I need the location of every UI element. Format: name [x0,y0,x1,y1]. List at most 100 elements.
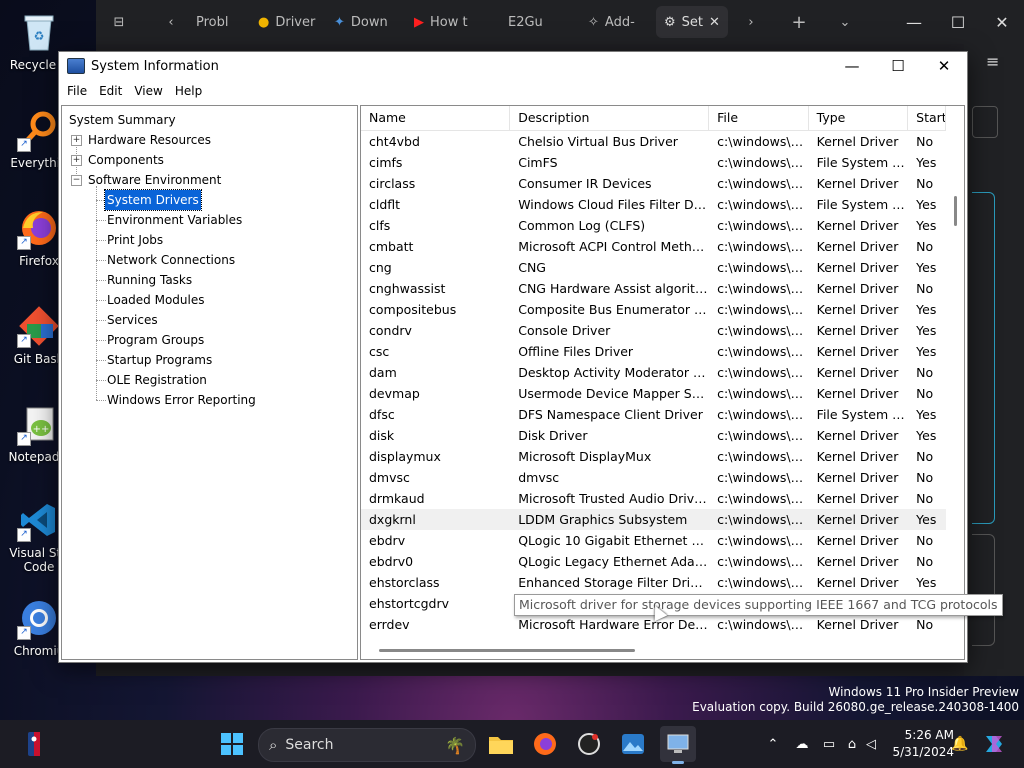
column-header-description[interactable]: Description [510,106,710,130]
table-row[interactable]: cimfs CimFS c:\windows\s... File System D..… [361,152,946,173]
table-row[interactable]: cnghwassist CNG Hardware Assist algorith.… [361,278,946,299]
table-row[interactable]: cmbatt Microsoft ACPI Control Metho... c:\… [361,236,946,257]
table-row[interactable]: cng CNG c:\windows\s... Kernel Driver Yes [361,257,946,278]
column-header-start[interactable]: Start [908,106,946,130]
tab-actions-button[interactable]: ⊟ [96,6,142,38]
taskbar-system-information[interactable] [660,726,696,764]
chevron-up-icon[interactable]: ⌃ [764,737,782,752]
tree-item-ole-registration[interactable]: OLE Registration [62,370,357,390]
table-row[interactable]: dam Desktop Activity Moderator Dr... c:\wi… [361,362,946,383]
table-row[interactable]: cht4vbd Chelsio Virtual Bus Driver c:\wind… [361,131,946,152]
search-placeholder: Search [285,737,334,753]
menu-file[interactable]: File [61,84,93,98]
cell-type: Kernel Driver [816,470,899,485]
close-button[interactable]: ✕ [921,57,967,75]
tab-scroll-right-button[interactable]: › [734,6,768,38]
tree-item-software-environment[interactable]: − Software Environment [62,170,357,190]
taskbar-file-explorer[interactable] [485,728,517,760]
maximize-button[interactable]: ☐ [875,57,921,75]
tree-item-running-tasks[interactable]: Running Tasks [62,270,357,290]
cell-file: c:\windows\s... [717,428,809,443]
horizontal-scroll-thumb[interactable] [379,649,635,652]
table-row[interactable]: devmap Usermode Device Mapper Ser... c:\wi… [361,383,946,404]
tree-item-startup-programs[interactable]: Startup Programs [62,350,357,370]
table-row[interactable]: ebdrv QLogic 10 Gigabit Ethernet Ad... c:\… [361,530,946,551]
table-row[interactable]: disk Disk Driver c:\windows\s... Kernel Dri… [361,425,946,446]
table-row[interactable]: dfsc DFS Namespace Client Driver c:\window… [361,404,946,425]
table-row[interactable]: clfs Common Log (CLFS) c:\windows\s... Kern… [361,215,946,236]
notifications-button[interactable]: 🔔 [944,728,976,760]
plus-icon: + [791,11,807,33]
table-row[interactable]: circlass Consumer IR Devices c:\windows\s.… [361,173,946,194]
network-icon[interactable]: ⌂ [842,737,862,752]
drivers-list-view[interactable]: Name Description File Type Start cht4vbd… [360,105,965,660]
tab-e2guide[interactable]: E2Gu [488,6,580,38]
tree-item-program-groups[interactable]: Program Groups [62,330,357,350]
hamburger-menu-icon[interactable]: ≡ [986,52,999,71]
table-row[interactable]: dmvsc dmvsc c:\windows\s... Kernel Driver No [361,467,946,488]
expand-icon[interactable]: + [71,155,82,166]
cell-name: clfs [369,218,391,233]
tree-item-services[interactable]: Services [62,310,357,330]
tab-list-button[interactable]: ⌄ [822,6,868,38]
new-tab-button[interactable]: + [776,6,822,38]
category-tree[interactable]: System Summary + Hardware Resources + Co… [61,105,358,660]
maximize-icon: ☐ [891,57,905,75]
menu-view[interactable]: View [128,84,168,98]
taskbar-photos[interactable] [617,728,649,760]
browser-minimize-button[interactable]: — [892,13,936,32]
tree-item-environment-variables[interactable]: Environment Variables [62,210,357,230]
start-button[interactable] [216,728,248,760]
table-row[interactable]: displaymux Microsoft DisplayMux c:\windows… [361,446,946,467]
tab-problems[interactable]: Probl [188,6,250,38]
menu-edit[interactable]: Edit [93,84,128,98]
table-row[interactable]: compositebus Composite Bus Enumerator Dr.… [361,299,946,320]
taskbar-clock[interactable]: 5:26 AM 5/31/2024 [868,727,954,761]
expand-icon[interactable]: + [71,135,82,146]
taskbar-search-box[interactable]: ⌕ Search 🌴 [258,728,476,762]
horizontal-scrollbar[interactable] [361,641,946,659]
tree-item-print-jobs[interactable]: Print Jobs [62,230,357,250]
taskbar-firefox[interactable] [529,728,561,760]
tree-item-windows-error-reporting[interactable]: Windows Error Reporting [62,390,357,410]
tab-download[interactable]: ✦ Down [326,6,406,38]
column-header-type[interactable]: Type [809,106,909,130]
copilot-button[interactable] [978,728,1010,760]
table-row[interactable]: dxgkrnl LDDM Graphics Subsystem c:\windows… [361,509,946,530]
table-row[interactable]: ehstorclass Enhanced Storage Filter Drive… [361,572,946,593]
tree-item-system-drivers[interactable]: System Drivers [62,189,357,211]
cloud-offline-icon[interactable]: ☁ [788,737,816,752]
tab-scroll-left-button[interactable]: ‹ [154,6,188,38]
cell-type: File System D... [816,155,909,170]
table-row[interactable]: condrv Console Driver c:\windows\s... Kerne… [361,320,946,341]
tree-item-system-summary[interactable]: System Summary [62,110,357,130]
tree-item-components[interactable]: + Components [62,150,357,170]
tab-how-to[interactable]: ▶ How t [406,6,488,38]
table-row[interactable]: cldflt Windows Cloud Files Filter Driv...… [361,194,946,215]
nba-icon [28,732,40,756]
close-tab-icon[interactable]: ✕ [709,15,720,30]
column-header-name[interactable]: Name [361,106,511,130]
tab-addons[interactable]: ✧ Add- [580,6,656,38]
title-bar[interactable]: System Information — ☐ ✕ [59,52,967,80]
settings-card-fragment [972,192,995,524]
tree-item-loaded-modules[interactable]: Loaded Modules [62,290,357,310]
tab-settings[interactable]: ⚙ Set ✕ [656,6,728,38]
taskbar-obs[interactable] [573,728,605,760]
browser-close-button[interactable]: ✕ [980,13,1024,32]
tab-drivers[interactable]: ● Driver [250,6,326,38]
table-row[interactable]: csc Offline Files Driver c:\windows\s... Ke… [361,341,946,362]
table-row[interactable]: drmkaud Microsoft Trusted Audio Drivers c:… [361,488,946,509]
vertical-scrollbar[interactable] [947,106,964,641]
minimize-button[interactable]: — [829,57,875,75]
display-icon[interactable]: ▭ [816,737,842,752]
nba-widget-button[interactable] [18,728,50,760]
table-row[interactable]: ebdrv0 QLogic Legacy Ethernet Adapt... c:\… [361,551,946,572]
browser-maximize-button[interactable]: ☐ [936,13,980,32]
tree-item-network-connections[interactable]: Network Connections [62,250,357,270]
menu-help[interactable]: Help [169,84,208,98]
column-header-file[interactable]: File [709,106,809,130]
tree-item-hardware-resources[interactable]: + Hardware Resources [62,130,357,150]
collapse-icon[interactable]: − [71,175,82,186]
vertical-scroll-thumb[interactable] [954,196,957,226]
